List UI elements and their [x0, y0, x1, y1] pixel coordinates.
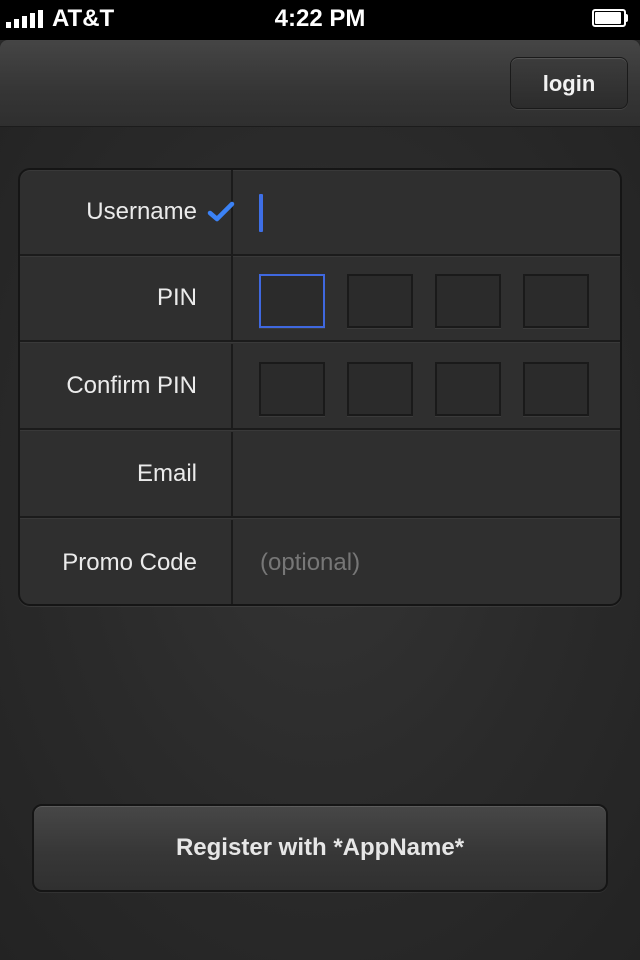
username-row: Username [20, 170, 620, 256]
navigation-bar: login [0, 40, 640, 127]
email-field[interactable] [235, 432, 620, 516]
username-input[interactable] [235, 170, 620, 254]
confirm-pin-row: Confirm PIN [20, 344, 620, 430]
pin-digit-4[interactable] [523, 274, 589, 328]
pin-digit-3[interactable] [435, 274, 501, 328]
confirm-pin-input-group [235, 344, 620, 428]
email-label: Email [136, 460, 197, 487]
promo-code-row: Promo Code (optional) [20, 520, 620, 604]
username-label: Username [86, 198, 197, 225]
confirm-pin-digit-1[interactable] [259, 362, 325, 416]
pin-digit-1[interactable] [259, 274, 325, 328]
email-row: Email [20, 432, 620, 518]
pin-label: PIN [156, 284, 197, 311]
status-bar: AT&T 4:22 PM [0, 0, 640, 40]
promo-code-field[interactable]: (optional) [235, 520, 620, 604]
status-time: 4:22 PM [274, 5, 366, 32]
pin-digit-2[interactable] [347, 274, 413, 328]
checkmark-icon [207, 201, 235, 222]
confirm-pin-label: Confirm PIN [66, 372, 197, 399]
pin-input-group [235, 256, 620, 340]
promo-code-label: Promo Code [62, 549, 197, 576]
confirm-pin-digit-3[interactable] [435, 362, 501, 416]
promo-code-placeholder: (optional) [260, 549, 361, 576]
confirm-pin-digit-2[interactable] [347, 362, 413, 416]
register-button[interactable]: Register with *AppName* [32, 804, 608, 892]
text-cursor [259, 194, 263, 232]
pin-row: PIN [20, 256, 620, 342]
confirm-pin-digit-4[interactable] [523, 362, 589, 416]
battery-icon [592, 9, 628, 27]
login-button[interactable]: login [510, 57, 628, 109]
registration-form: Username PIN Confirm PIN Email Promo Cod… [18, 168, 622, 606]
